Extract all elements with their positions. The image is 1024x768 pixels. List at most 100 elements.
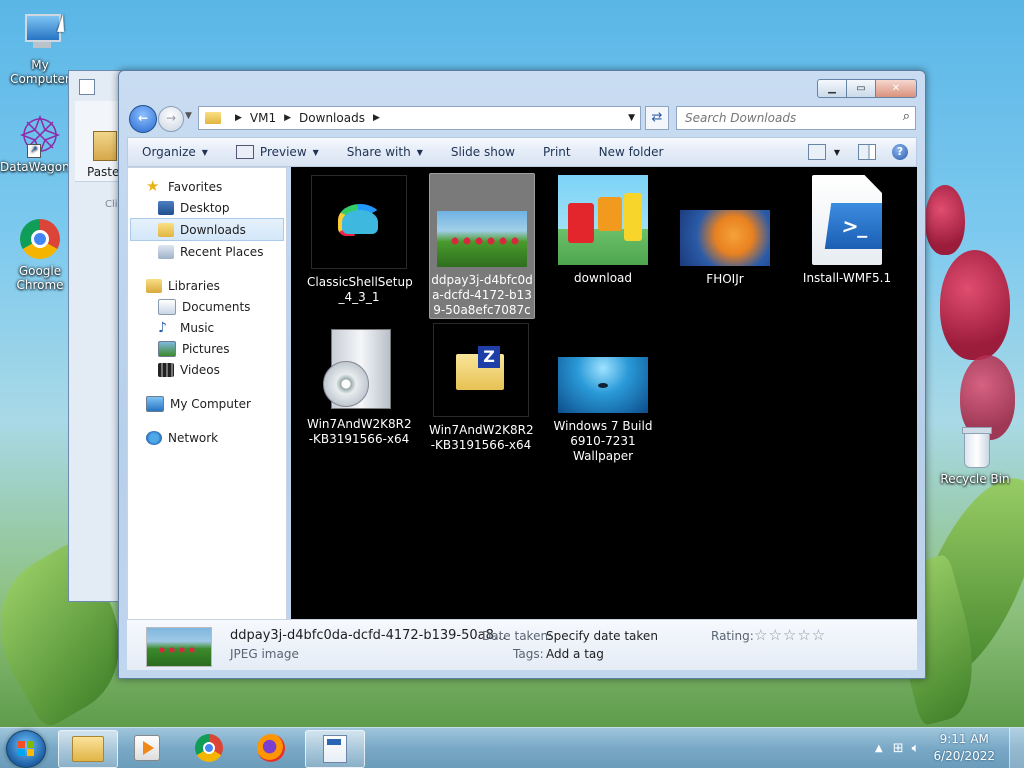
show-desktop-button[interactable] — [1009, 728, 1024, 768]
close-button[interactable]: ✕ — [875, 79, 917, 98]
taskbar-media-player[interactable] — [118, 730, 176, 766]
date-taken-value[interactable]: Specify date taken — [546, 629, 658, 643]
file-name: Install-WMF5.1 — [802, 271, 892, 285]
datawagon-icon: ↗ — [17, 112, 63, 158]
new-folder-button[interactable]: New folder — [585, 145, 678, 159]
pictures-icon — [158, 340, 176, 357]
details-pane: ddpay3j-d4bfc0da-dcfd-4172-b139-50a8... … — [127, 619, 917, 670]
search-icon[interactable]: ⌕ — [903, 109, 910, 124]
fish-wallpaper-thumbnail — [558, 357, 648, 413]
preview-pane-icon[interactable] — [858, 144, 876, 160]
change-view-icon[interactable] — [807, 144, 826, 160]
volume-icon[interactable]: 🔈︎ — [912, 741, 920, 756]
organize-button[interactable]: Organize ▼ — [128, 145, 222, 159]
file-item[interactable]: Win7AndW2K8R2 -KB3191566-x64 — [307, 323, 412, 447]
minimize-button[interactable]: ▁ — [817, 79, 847, 98]
file-name: a-dcfd-4172-b13 — [432, 288, 532, 302]
shortcut-arrow-icon: ↗ — [27, 144, 41, 158]
paste-button[interactable]: Paste — [87, 165, 119, 179]
taskbar-wordpad[interactable] — [305, 730, 365, 768]
navigation-bar: ← → ▼ ▶ VM1 ▶ Downloads ▶ ▼ ⇄ ⌕ — [127, 105, 917, 133]
file-list[interactable]: ClassicShellSetup _4_3_1 ddpay3j-d4bfc0d… — [291, 167, 917, 619]
chevron-right-icon[interactable]: ▶ — [284, 113, 291, 123]
file-name: ddpay3j-d4bfc0d — [431, 273, 533, 287]
recent-pages-dropdown[interactable]: ▼ — [185, 111, 192, 121]
refresh-button[interactable]: ⇄ — [645, 106, 669, 130]
desktop-icon — [158, 200, 174, 215]
address-bar[interactable]: ▶ VM1 ▶ Downloads ▶ ▼ — [198, 106, 641, 130]
file-item[interactable]: FHOIJr — [673, 175, 777, 287]
selected-file-name: ddpay3j-d4bfc0da-dcfd-4172-b139-50a8... — [230, 628, 507, 643]
arrow-right-icon: → — [165, 111, 177, 125]
clipboard-group-label: Cli — [105, 199, 118, 210]
file-item[interactable]: Windows 7 Build 6910-7231 Wallpaper — [551, 323, 655, 464]
taskbar-firefox[interactable] — [242, 730, 300, 766]
network-status-icon[interactable]: ⊞ — [893, 741, 904, 756]
desktop-icon-label: Recycle Bin — [940, 472, 1010, 486]
downloads-folder-icon — [158, 222, 174, 237]
start-button[interactable] — [6, 730, 46, 768]
music-icon: ♪ — [158, 319, 167, 336]
wordpad-icon — [323, 735, 347, 763]
slide-show-button[interactable]: Slide show — [437, 145, 529, 159]
maximize-button[interactable]: ▭ — [846, 79, 876, 98]
nav-music[interactable]: ♪ Music — [128, 317, 286, 338]
nav-network[interactable]: Network — [128, 427, 286, 448]
videos-icon — [158, 362, 174, 377]
help-icon[interactable]: ? — [892, 144, 908, 160]
preview-button[interactable]: Preview ▼ — [222, 145, 333, 159]
star-icon: ★ — [146, 176, 160, 195]
clock[interactable]: 9:11 AM 6/20/2022 — [933, 731, 995, 765]
tags-label: Tags: — [513, 647, 544, 661]
file-item-selected[interactable]: ddpay3j-d4bfc0d a-dcfd-4172-b13 9-50a8ef… — [429, 173, 535, 319]
back-button[interactable]: ← — [129, 105, 157, 133]
file-name: Win7AndW2K8R2 — [429, 423, 534, 437]
nav-libraries[interactable]: Libraries — [128, 275, 286, 296]
nav-recent-places[interactable]: Recent Places — [128, 241, 286, 262]
nav-desktop[interactable]: Desktop — [128, 197, 286, 218]
chevron-down-icon[interactable]: ▼ — [834, 148, 840, 157]
print-button[interactable]: Print — [529, 145, 585, 159]
address-history-dropdown[interactable]: ▼ — [628, 113, 635, 123]
file-item[interactable]: >_ Install-WMF5.1 — [795, 175, 899, 286]
chevron-right-icon[interactable]: ▶ — [235, 113, 242, 123]
taskbar-explorer[interactable] — [58, 730, 118, 768]
breadcrumb-downloads[interactable]: Downloads — [299, 111, 365, 125]
file-item[interactable]: Z Win7AndW2K8R2 -KB3191566-x64 — [429, 323, 534, 453]
maximize-icon: ▭ — [856, 83, 866, 94]
nav-label: Desktop — [180, 200, 230, 215]
nav-documents[interactable]: Documents — [128, 296, 286, 317]
file-name: -KB3191566-x64 — [430, 438, 532, 452]
file-name: Windows 7 Build — [553, 419, 653, 433]
search-input[interactable] — [683, 107, 887, 129]
taskbar-chrome[interactable] — [180, 730, 238, 766]
firefox-icon — [257, 734, 285, 762]
breadcrumb-vm1[interactable]: VM1 — [250, 111, 276, 125]
nav-favorites[interactable]: ★ Favorites — [128, 176, 286, 197]
file-item[interactable]: download — [551, 175, 655, 286]
file-name: FHOIJr — [706, 272, 744, 286]
desktop-icon-recycle-bin[interactable]: Recycle Bin — [935, 424, 1015, 486]
nav-pictures[interactable]: Pictures — [128, 338, 286, 359]
window-controls: ▁ ▭ ✕ — [817, 79, 917, 98]
nav-downloads[interactable]: Downloads — [130, 218, 284, 241]
explorer-window: ▁ ▭ ✕ ← → ▼ ▶ VM1 ▶ Downloads ▶ ▼ ⇄ ⌕ Or… — [118, 70, 926, 679]
network-icon — [146, 430, 162, 445]
forward-button[interactable]: → — [158, 106, 184, 132]
share-with-label: Share with — [346, 145, 411, 159]
show-hidden-icons-icon[interactable]: ▲ — [875, 743, 883, 754]
navigation-pane[interactable]: ★ Favorites Desktop Downloads Recent Plac… — [127, 167, 287, 621]
nav-videos[interactable]: Videos — [128, 359, 286, 380]
share-with-button[interactable]: Share with ▼ — [333, 145, 437, 159]
documents-icon — [158, 298, 176, 315]
arrow-left-icon: ← — [137, 111, 149, 125]
nav-label: Videos — [180, 362, 220, 377]
rating-stars[interactable]: ☆☆☆☆☆ — [754, 626, 826, 644]
nav-my-computer[interactable]: My Computer — [128, 393, 286, 414]
chrome-icon — [17, 216, 63, 262]
search-box[interactable]: ⌕ — [676, 106, 916, 130]
chevron-right-icon[interactable]: ▶ — [373, 113, 380, 123]
file-item[interactable]: ClassicShellSetup _4_3_1 — [307, 175, 413, 305]
chevron-down-icon: ▼ — [185, 111, 192, 121]
tags-value[interactable]: Add a tag — [546, 647, 604, 661]
